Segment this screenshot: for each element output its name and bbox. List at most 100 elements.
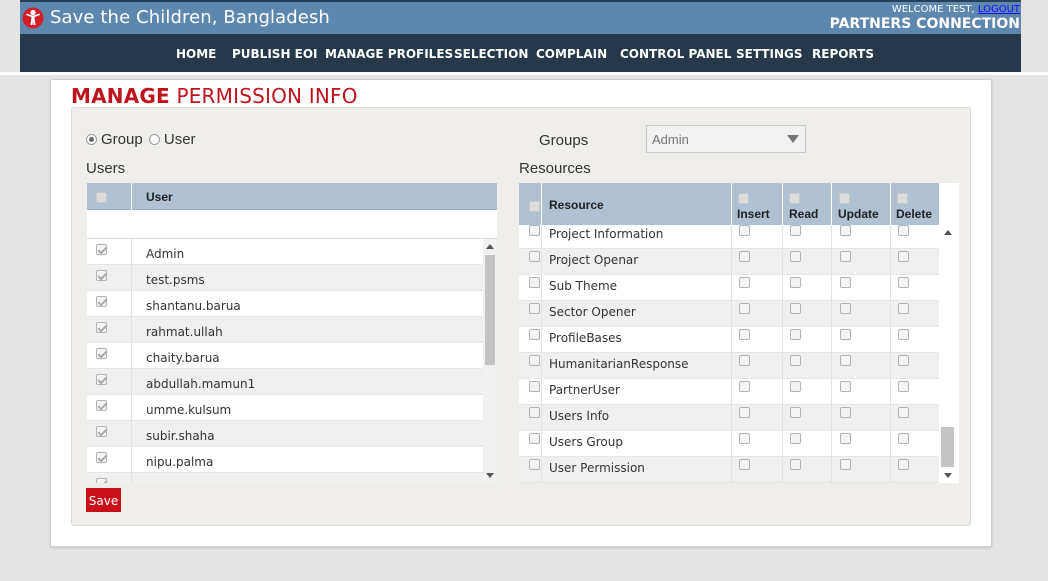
- resource-checkbox[interactable]: [529, 459, 540, 470]
- delete-checkbox[interactable]: [898, 459, 909, 470]
- nav-divider: [0, 72, 1048, 75]
- insert-checkbox[interactable]: [739, 329, 750, 340]
- resource-checkbox[interactable]: [529, 329, 540, 340]
- nav-item-complain[interactable]: COMPLAIN: [536, 47, 607, 61]
- read-checkbox[interactable]: [790, 303, 801, 314]
- nav-item-reports[interactable]: REPORTS: [812, 47, 874, 61]
- delete-checkbox[interactable]: [898, 303, 909, 314]
- nav-item-control-panel[interactable]: CONTROL PANEL: [620, 47, 731, 61]
- nav-item-publish-eoi[interactable]: PUBLISH EOI: [232, 47, 318, 61]
- user-checkbox[interactable]: [96, 244, 107, 255]
- insert-all-checkbox[interactable]: [738, 193, 749, 204]
- user-checkbox[interactable]: [96, 452, 107, 463]
- user-checkbox[interactable]: [96, 478, 107, 483]
- logout-link[interactable]: LOGOUT: [978, 4, 1020, 15]
- resource-checkbox[interactable]: [529, 303, 540, 314]
- resource-checkbox[interactable]: [529, 433, 540, 444]
- row-divider: [890, 431, 891, 457]
- resource-name: ProfileBases: [549, 331, 622, 345]
- row-divider: [782, 249, 783, 275]
- insert-checkbox[interactable]: [739, 225, 750, 236]
- groups-dropdown[interactable]: Admin: [646, 125, 806, 153]
- groups-selected-value: Admin: [652, 132, 689, 147]
- insert-checkbox[interactable]: [739, 381, 750, 392]
- update-checkbox[interactable]: [840, 225, 851, 236]
- read-checkbox[interactable]: [790, 407, 801, 418]
- user-radio[interactable]: [148, 134, 160, 145]
- user-checkbox[interactable]: [96, 400, 107, 411]
- user-checkbox[interactable]: [96, 322, 107, 333]
- update-checkbox[interactable]: [840, 329, 851, 340]
- resource-checkbox[interactable]: [529, 251, 540, 262]
- read-all-checkbox[interactable]: [789, 193, 800, 204]
- delete-checkbox[interactable]: [898, 277, 909, 288]
- update-checkbox[interactable]: [840, 251, 851, 262]
- read-checkbox[interactable]: [790, 433, 801, 444]
- insert-checkbox[interactable]: [739, 277, 750, 288]
- read-checkbox[interactable]: [790, 459, 801, 470]
- row-divider: [831, 379, 832, 405]
- read-checkbox[interactable]: [790, 251, 801, 262]
- delete-checkbox[interactable]: [898, 329, 909, 340]
- select-all-users-checkbox[interactable]: [96, 192, 107, 203]
- read-checkbox[interactable]: [790, 381, 801, 392]
- row-divider: [731, 379, 732, 405]
- user-checkbox[interactable]: [96, 426, 107, 437]
- update-checkbox[interactable]: [840, 355, 851, 366]
- scroll-down-arrow-icon[interactable]: [944, 473, 952, 478]
- select-all-resources-checkbox[interactable]: [529, 201, 540, 212]
- insert-checkbox[interactable]: [739, 459, 750, 470]
- resource-checkbox[interactable]: [529, 407, 540, 418]
- nav-item-selection[interactable]: SELECTION: [454, 47, 528, 61]
- resources-scrollbar[interactable]: [940, 225, 956, 483]
- delete-checkbox[interactable]: [898, 381, 909, 392]
- row-divider: [782, 431, 783, 457]
- read-checkbox[interactable]: [790, 329, 801, 340]
- delete-all-checkbox[interactable]: [897, 193, 908, 204]
- nav-item-manage-profiles[interactable]: MANAGE PROFILES: [325, 47, 453, 61]
- update-checkbox[interactable]: [840, 407, 851, 418]
- row-divider: [731, 275, 732, 301]
- update-checkbox[interactable]: [840, 433, 851, 444]
- scroll-down-arrow-icon[interactable]: [486, 473, 494, 478]
- update-checkbox[interactable]: [840, 381, 851, 392]
- user-checkbox[interactable]: [96, 374, 107, 385]
- user-checkbox[interactable]: [96, 270, 107, 281]
- scroll-up-arrow-icon[interactable]: [486, 244, 494, 249]
- delete-checkbox[interactable]: [898, 225, 909, 236]
- resource-checkbox[interactable]: [529, 225, 540, 236]
- read-checkbox[interactable]: [790, 225, 801, 236]
- update-checkbox[interactable]: [840, 303, 851, 314]
- user-checkbox[interactable]: [96, 348, 107, 359]
- users-scrollbar[interactable]: [483, 239, 497, 483]
- resources-scroll-thumb[interactable]: [941, 427, 954, 467]
- delete-checkbox[interactable]: [898, 251, 909, 262]
- row-divider: [131, 369, 132, 395]
- save-button[interactable]: Save: [86, 488, 121, 512]
- insert-checkbox[interactable]: [739, 303, 750, 314]
- resource-checkbox[interactable]: [529, 277, 540, 288]
- delete-checkbox[interactable]: [898, 355, 909, 366]
- group-radio[interactable]: [86, 134, 97, 145]
- insert-checkbox[interactable]: [739, 251, 750, 262]
- user-checkbox[interactable]: [96, 296, 107, 307]
- insert-checkbox[interactable]: [739, 433, 750, 444]
- table-row: Project Information: [519, 225, 939, 249]
- read-checkbox[interactable]: [790, 355, 801, 366]
- delete-checkbox[interactable]: [898, 433, 909, 444]
- read-checkbox[interactable]: [790, 277, 801, 288]
- insert-checkbox[interactable]: [739, 407, 750, 418]
- resource-name: Users Info: [549, 409, 610, 423]
- insert-checkbox[interactable]: [739, 355, 750, 366]
- users-filter-row[interactable]: [87, 210, 497, 239]
- users-scroll-thumb[interactable]: [485, 255, 495, 365]
- resource-checkbox[interactable]: [529, 355, 540, 366]
- update-checkbox[interactable]: [840, 459, 851, 470]
- scroll-up-arrow-icon[interactable]: [944, 230, 952, 235]
- update-all-checkbox[interactable]: [839, 193, 850, 204]
- resource-checkbox[interactable]: [529, 381, 540, 392]
- nav-item-home[interactable]: HOME: [176, 47, 216, 61]
- update-checkbox[interactable]: [840, 277, 851, 288]
- delete-checkbox[interactable]: [898, 407, 909, 418]
- nav-item-settings[interactable]: SETTINGS: [736, 47, 803, 61]
